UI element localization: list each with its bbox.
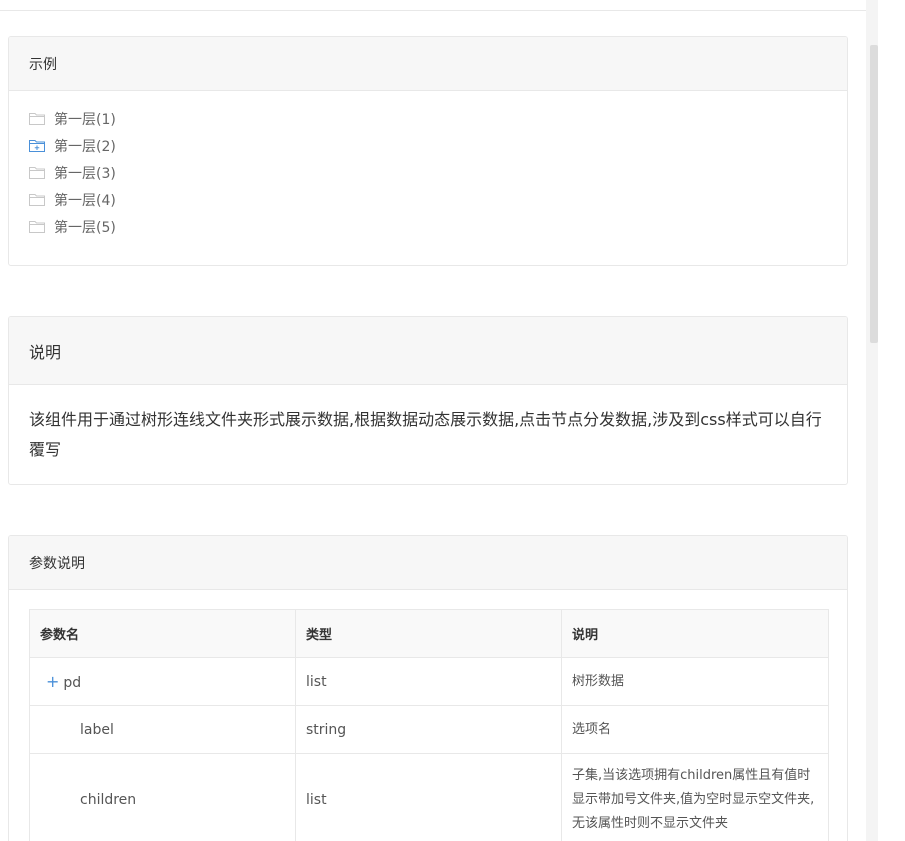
params-card-title: 参数说明 [9, 536, 847, 590]
param-desc: 子集,当该选项拥有children属性且有值时显示带加号文件夹,值为空时显示空文… [561, 753, 829, 841]
empty-folder-icon [29, 113, 45, 125]
top-bar [0, 0, 866, 11]
vertical-scrollbar-thumb[interactable] [870, 45, 878, 343]
param-type: string [295, 705, 562, 754]
param-type: list [295, 753, 562, 841]
column-header-name: 参数名 [29, 609, 296, 658]
param-desc: 选项名 [561, 705, 829, 754]
param-name: pd [63, 675, 82, 691]
tree-node-5[interactable]: 第一层(5) [29, 213, 116, 240]
plus-folder-icon[interactable] [29, 139, 45, 152]
table-header-row: 参数名 类型 说明 [29, 609, 829, 658]
param-desc: 树形数据 [561, 657, 829, 706]
example-card: 示例 第一层(1) 第一层(2) 第一层(3) 第一层(4) 第一层(5) [8, 36, 848, 266]
param-name-cell: + pd [29, 657, 296, 706]
column-header-desc: 说明 [561, 609, 829, 658]
empty-folder-icon [29, 221, 45, 233]
params-card: 参数说明 参数名 类型 说明 + pd list 树形数据 label stri… [8, 535, 848, 841]
empty-folder-icon [29, 194, 45, 206]
params-table: 参数名 类型 说明 + pd list 树形数据 label string 选项名 [29, 609, 829, 841]
tree-node-4[interactable]: 第一层(4) [29, 186, 116, 213]
description-text: 该组件用于通过树形连线文件夹形式展示数据,根据数据动态展示数据,点击节点分发数据… [29, 410, 822, 459]
column-header-type: 类型 [295, 609, 562, 658]
param-name: children [29, 753, 296, 841]
empty-folder-icon [29, 167, 45, 179]
tree-node-2[interactable]: 第一层(2) [29, 132, 116, 159]
folder-tree: 第一层(1) 第一层(2) 第一层(3) 第一层(4) 第一层(5) [29, 105, 116, 240]
table-row: children list 子集,当该选项拥有children属性且有值时显示带… [29, 753, 829, 841]
tree-node-label: 第一层(2) [54, 138, 116, 155]
param-type: list [295, 657, 562, 706]
description-card: 说明 该组件用于通过树形连线文件夹形式展示数据,根据数据动态展示数据,点击节点分… [8, 316, 848, 485]
tree-node-label: 第一层(1) [54, 111, 116, 128]
page: 示例 第一层(1) 第一层(2) 第一层(3) 第一层(4) 第一层(5) 说明… [0, 0, 905, 841]
table-row: + pd list 树形数据 [29, 657, 829, 706]
example-card-title: 示例 [9, 37, 847, 91]
tree-node-label: 第一层(3) [54, 165, 116, 182]
tree-node-3[interactable]: 第一层(3) [29, 159, 116, 186]
tree-node-1[interactable]: 第一层(1) [29, 105, 116, 132]
expand-plus-icon[interactable]: + [46, 672, 59, 691]
tree-node-label: 第一层(5) [54, 219, 116, 236]
table-row: label string 选项名 [29, 705, 829, 754]
description-card-title: 说明 [9, 317, 847, 385]
tree-node-label: 第一层(4) [54, 192, 116, 209]
param-name: label [29, 705, 296, 754]
